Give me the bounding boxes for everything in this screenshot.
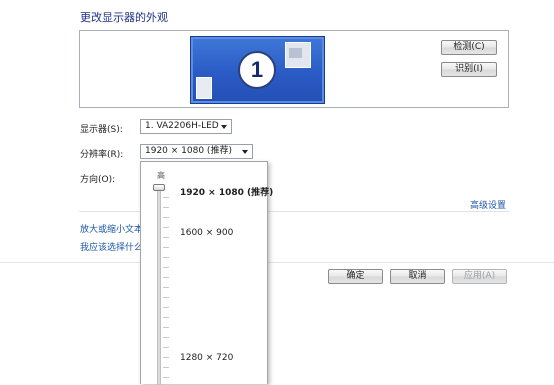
- resolution-select[interactable]: 1920 × 1080 (推荐): [140, 144, 253, 159]
- resolution-option[interactable]: 1920 × 1080 (推荐): [180, 185, 273, 198]
- slider-tick: [163, 377, 169, 378]
- slider-tick: [163, 237, 169, 238]
- resolution-option[interactable]: 1600 × 900: [180, 228, 233, 238]
- slider-tick: [163, 207, 169, 208]
- slider-tick: [163, 357, 169, 358]
- cancel-button[interactable]: 取消: [390, 269, 445, 284]
- slider-tick: [163, 197, 169, 198]
- orientation-label: 方向(O):: [80, 175, 116, 185]
- monitor-number-badge: 1: [238, 51, 276, 89]
- resolution-label: 分辨率(R):: [80, 150, 124, 160]
- resolution-dropdown-panel: 高 1920 × 1080 (推荐) 1600 × 900 1280 × 720: [140, 161, 273, 385]
- display-preview-area: 1 检测(C) 识别(I): [79, 30, 509, 108]
- page-title: 更改显示器的外观: [80, 11, 168, 24]
- slider-tick: [163, 297, 169, 298]
- display-label: 显示器(S):: [80, 125, 123, 135]
- slider-tick: [163, 257, 169, 258]
- slider-tick: [163, 277, 169, 278]
- identify-button[interactable]: 识别(I): [441, 62, 497, 77]
- chevron-down-icon: [221, 125, 227, 129]
- display-select[interactable]: 1. VA2206H-LED: [140, 119, 232, 134]
- resolution-select-value: 1920 × 1080 (推荐): [145, 146, 232, 156]
- slider-tick: [163, 247, 169, 248]
- resolution-slider-thumb[interactable]: [153, 184, 165, 191]
- slider-tick: [163, 227, 169, 228]
- slider-tick: [163, 327, 169, 328]
- display-select-value: 1. VA2206H-LED: [145, 121, 219, 131]
- slider-tick: [163, 337, 169, 338]
- help-link[interactable]: 我应该选择什么: [80, 240, 143, 253]
- high-label: 高: [157, 171, 165, 180]
- resolution-slider-track[interactable]: [157, 187, 161, 385]
- slider-tick: [163, 347, 169, 348]
- footer-divider: [0, 262, 554, 263]
- slider-tick: [163, 287, 169, 288]
- slider-tick: [163, 367, 169, 368]
- ok-button[interactable]: 确定: [328, 269, 383, 284]
- window-thumbnail-icon: [285, 42, 311, 68]
- resolution-option[interactable]: 1280 × 720: [180, 353, 233, 363]
- monitor-1-icon[interactable]: 1: [190, 36, 325, 104]
- enlarge-text-link[interactable]: 放大或缩小文本: [80, 222, 143, 235]
- slider-tick: [163, 307, 169, 308]
- chevron-down-icon: [242, 150, 248, 154]
- window-thumbnail-icon: [196, 77, 212, 99]
- slider-tick: [163, 217, 169, 218]
- detect-button[interactable]: 检测(C): [441, 40, 497, 55]
- advanced-settings-link[interactable]: 高级设置: [470, 198, 506, 211]
- slider-tick: [163, 267, 169, 268]
- apply-button: 应用(A): [452, 269, 507, 284]
- slider-tick: [163, 317, 169, 318]
